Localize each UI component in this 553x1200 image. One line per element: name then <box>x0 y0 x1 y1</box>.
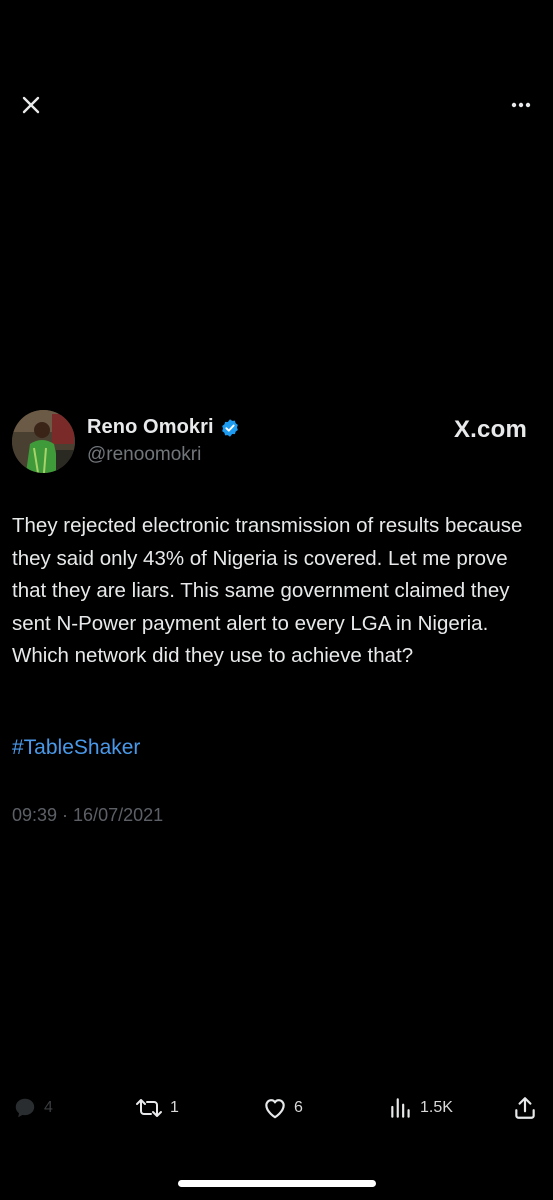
views-count: 1.5K <box>420 1099 453 1116</box>
tweet-text: They rejected electronic transmission of… <box>12 514 523 667</box>
more-horizontal-icon <box>511 102 531 108</box>
more-options-button[interactable] <box>506 94 536 116</box>
views-button[interactable]: 1.5K <box>388 1090 453 1126</box>
like-button[interactable]: 6 <box>262 1090 303 1126</box>
verified-badge-icon <box>220 418 240 438</box>
close-button[interactable] <box>18 92 44 118</box>
hashtag-link[interactable]: #TableShaker <box>12 736 140 760</box>
like-count: 6 <box>294 1099 303 1116</box>
avatar[interactable] <box>12 410 75 473</box>
action-bar: 4 1 6 1.5K <box>0 1090 553 1126</box>
tweet-timestamp[interactable]: 09:39 · 16/07/2021 <box>12 805 163 826</box>
reply-icon <box>15 1098 35 1118</box>
top-bar <box>0 0 553 80</box>
home-indicator[interactable] <box>178 1180 376 1187</box>
share-icon <box>515 1097 535 1119</box>
share-button[interactable] <box>512 1090 538 1126</box>
views-icon <box>391 1098 410 1118</box>
close-icon <box>22 96 40 114</box>
heart-icon <box>265 1099 285 1119</box>
reply-button[interactable]: 4 <box>12 1090 53 1126</box>
avatar-image <box>12 410 75 473</box>
author-handle[interactable]: @renoomokri <box>87 444 201 466</box>
author-name[interactable]: Reno Omokri <box>87 416 214 439</box>
retweet-icon <box>136 1099 162 1117</box>
author-name-row: Reno Omokri <box>87 416 240 439</box>
brand-label: X.com <box>453 416 527 443</box>
reply-count: 4 <box>44 1099 53 1116</box>
retweet-button[interactable]: 1 <box>134 1090 179 1126</box>
retweet-count: 1 <box>170 1099 179 1116</box>
